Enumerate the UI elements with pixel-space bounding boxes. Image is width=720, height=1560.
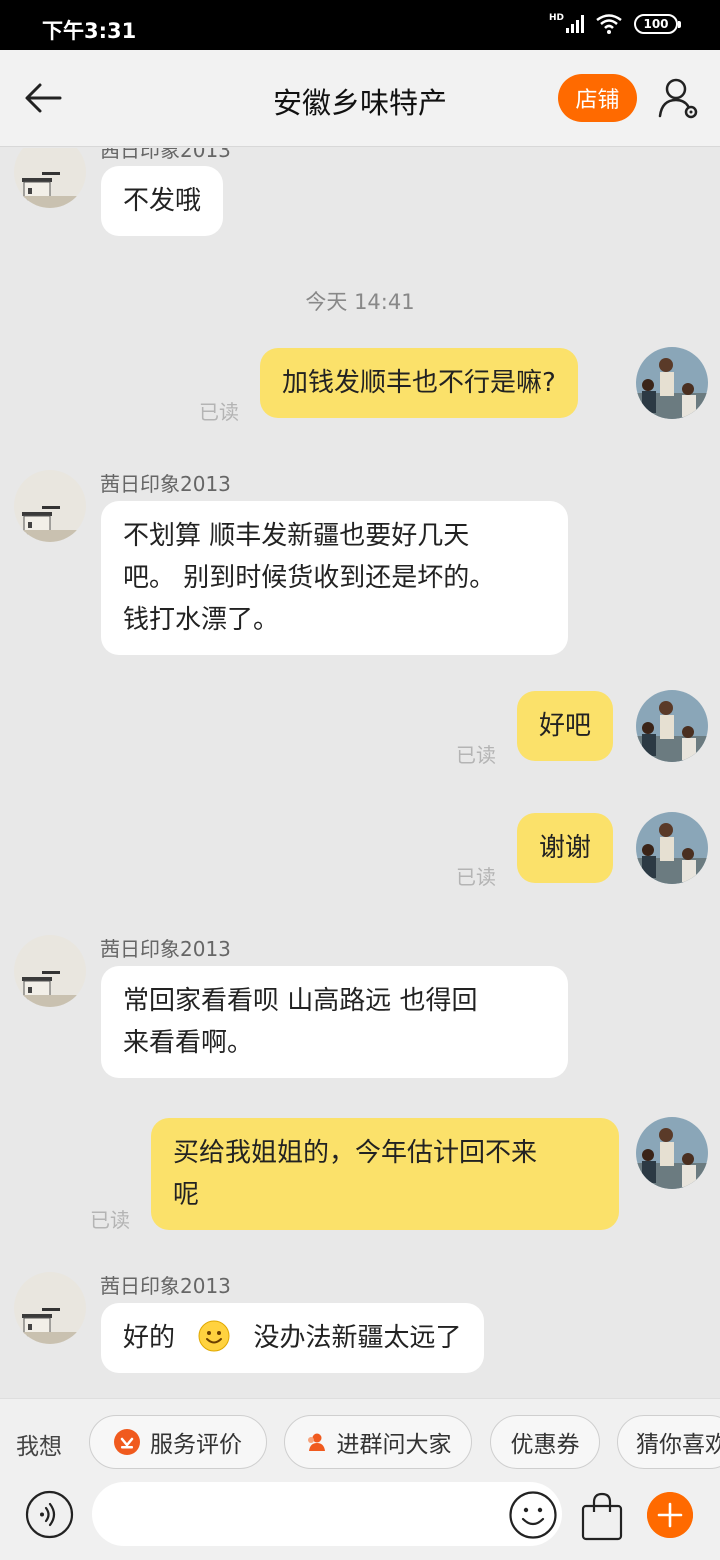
quick-actions-label: 我想 (16, 1434, 62, 1460)
coupon-chip[interactable]: 优惠券 (490, 1415, 600, 1469)
message-text: 好的 (123, 1323, 176, 1353)
incoming-message-bubble[interactable]: 不划算 顺丰发新疆也要好几天 吧。 别到时候货收到还是坏的。 钱打水漂了。 (101, 501, 568, 655)
chip-label: 服务评价 (150, 1432, 242, 1458)
shopping-bag-icon[interactable] (578, 1490, 626, 1542)
chat-message-list[interactable]: 茜日印象2013 不发哦 今天 14:41 已读 加钱发顺丰也不行是嘛? 茜日印… (0, 148, 720, 1398)
user-avatar[interactable] (636, 812, 708, 884)
message-line: 买给我姐姐的，今年估计回不来 (173, 1138, 538, 1168)
shop-button[interactable]: 店铺 (558, 74, 637, 122)
chat-timestamp: 今天 14:41 (305, 290, 415, 314)
emoji-icon[interactable] (508, 1490, 558, 1540)
chip-label: 进群问大家 (336, 1432, 452, 1458)
battery-indicator: 100 (634, 14, 681, 34)
message-line: 常回家看看呗 山高路远 也得回 (123, 986, 478, 1016)
message-line: 来看看啊。 (123, 1028, 254, 1058)
read-status: 已读 (90, 1208, 130, 1232)
plus-icon[interactable] (647, 1492, 693, 1538)
sender-name: 茜日印象2013 (100, 937, 231, 961)
sender-name: 茜日印象2013 (100, 148, 231, 162)
sender-name: 茜日印象2013 (100, 1274, 231, 1298)
user-avatar[interactable] (636, 690, 708, 762)
smiley-emoji-icon (198, 1320, 230, 1352)
message-line: 不划算 顺丰发新疆也要好几天 (123, 521, 470, 551)
chat-header: 安徽乡味特产 店铺 (0, 50, 720, 147)
read-status: 已读 (199, 400, 239, 424)
group-icon (307, 1433, 325, 1451)
read-status: 已读 (456, 743, 496, 767)
signal-icon (566, 15, 584, 33)
user-avatar[interactable] (636, 347, 708, 419)
message-input-bar (0, 1482, 720, 1560)
seller-avatar[interactable] (14, 470, 86, 542)
join-group-chip[interactable]: 进群问大家 (284, 1415, 472, 1469)
incoming-message-bubble[interactable]: 常回家看看呗 山高路远 也得回 来看看啊。 (101, 966, 568, 1078)
hd-label: HD (548, 13, 564, 23)
user-settings-icon[interactable] (656, 76, 700, 120)
outgoing-message-bubble[interactable]: 加钱发顺丰也不行是嘛? (260, 348, 578, 418)
message-text: 没办法新疆太远了 (253, 1323, 462, 1353)
rating-icon (114, 1429, 140, 1455)
outgoing-message-bubble[interactable]: 买给我姐姐的，今年估计回不来 呢 (151, 1118, 619, 1230)
outgoing-message-bubble[interactable]: 好吧 (517, 691, 614, 761)
message-input[interactable] (92, 1482, 562, 1546)
status-time: 下午3:31 (42, 19, 137, 43)
seller-avatar[interactable] (14, 1272, 86, 1344)
seller-avatar[interactable] (14, 148, 86, 208)
seller-avatar[interactable] (14, 935, 86, 1007)
incoming-message-bubble[interactable]: 好的 没办法新疆太远了 (101, 1303, 484, 1373)
guess-you-like-chip[interactable]: 猜你喜欢 (617, 1415, 720, 1469)
read-status: 已读 (456, 865, 496, 889)
sender-name: 茜日印象2013 (100, 472, 231, 496)
status-icons: HD 100 (548, 13, 681, 34)
status-bar: 下午3:31 HD 100 (0, 0, 720, 50)
service-rating-chip[interactable]: 服务评价 (89, 1415, 267, 1469)
user-avatar[interactable] (636, 1117, 708, 1189)
quick-actions-bar: 我想 服务评价 进群问大家 优惠券 猜你喜欢 (0, 1398, 720, 1486)
chip-label: 猜你喜欢 (636, 1432, 720, 1458)
message-line: 吧。 别到时候货收到还是坏的。 (123, 563, 496, 593)
chip-label: 优惠券 (510, 1432, 580, 1458)
outgoing-message-bubble[interactable]: 谢谢 (517, 813, 614, 883)
wifi-icon (596, 14, 622, 34)
incoming-message-bubble[interactable]: 不发哦 (101, 166, 224, 236)
voice-icon[interactable] (25, 1490, 74, 1539)
message-line: 呢 (173, 1180, 200, 1210)
message-line: 钱打水漂了。 (123, 605, 280, 635)
